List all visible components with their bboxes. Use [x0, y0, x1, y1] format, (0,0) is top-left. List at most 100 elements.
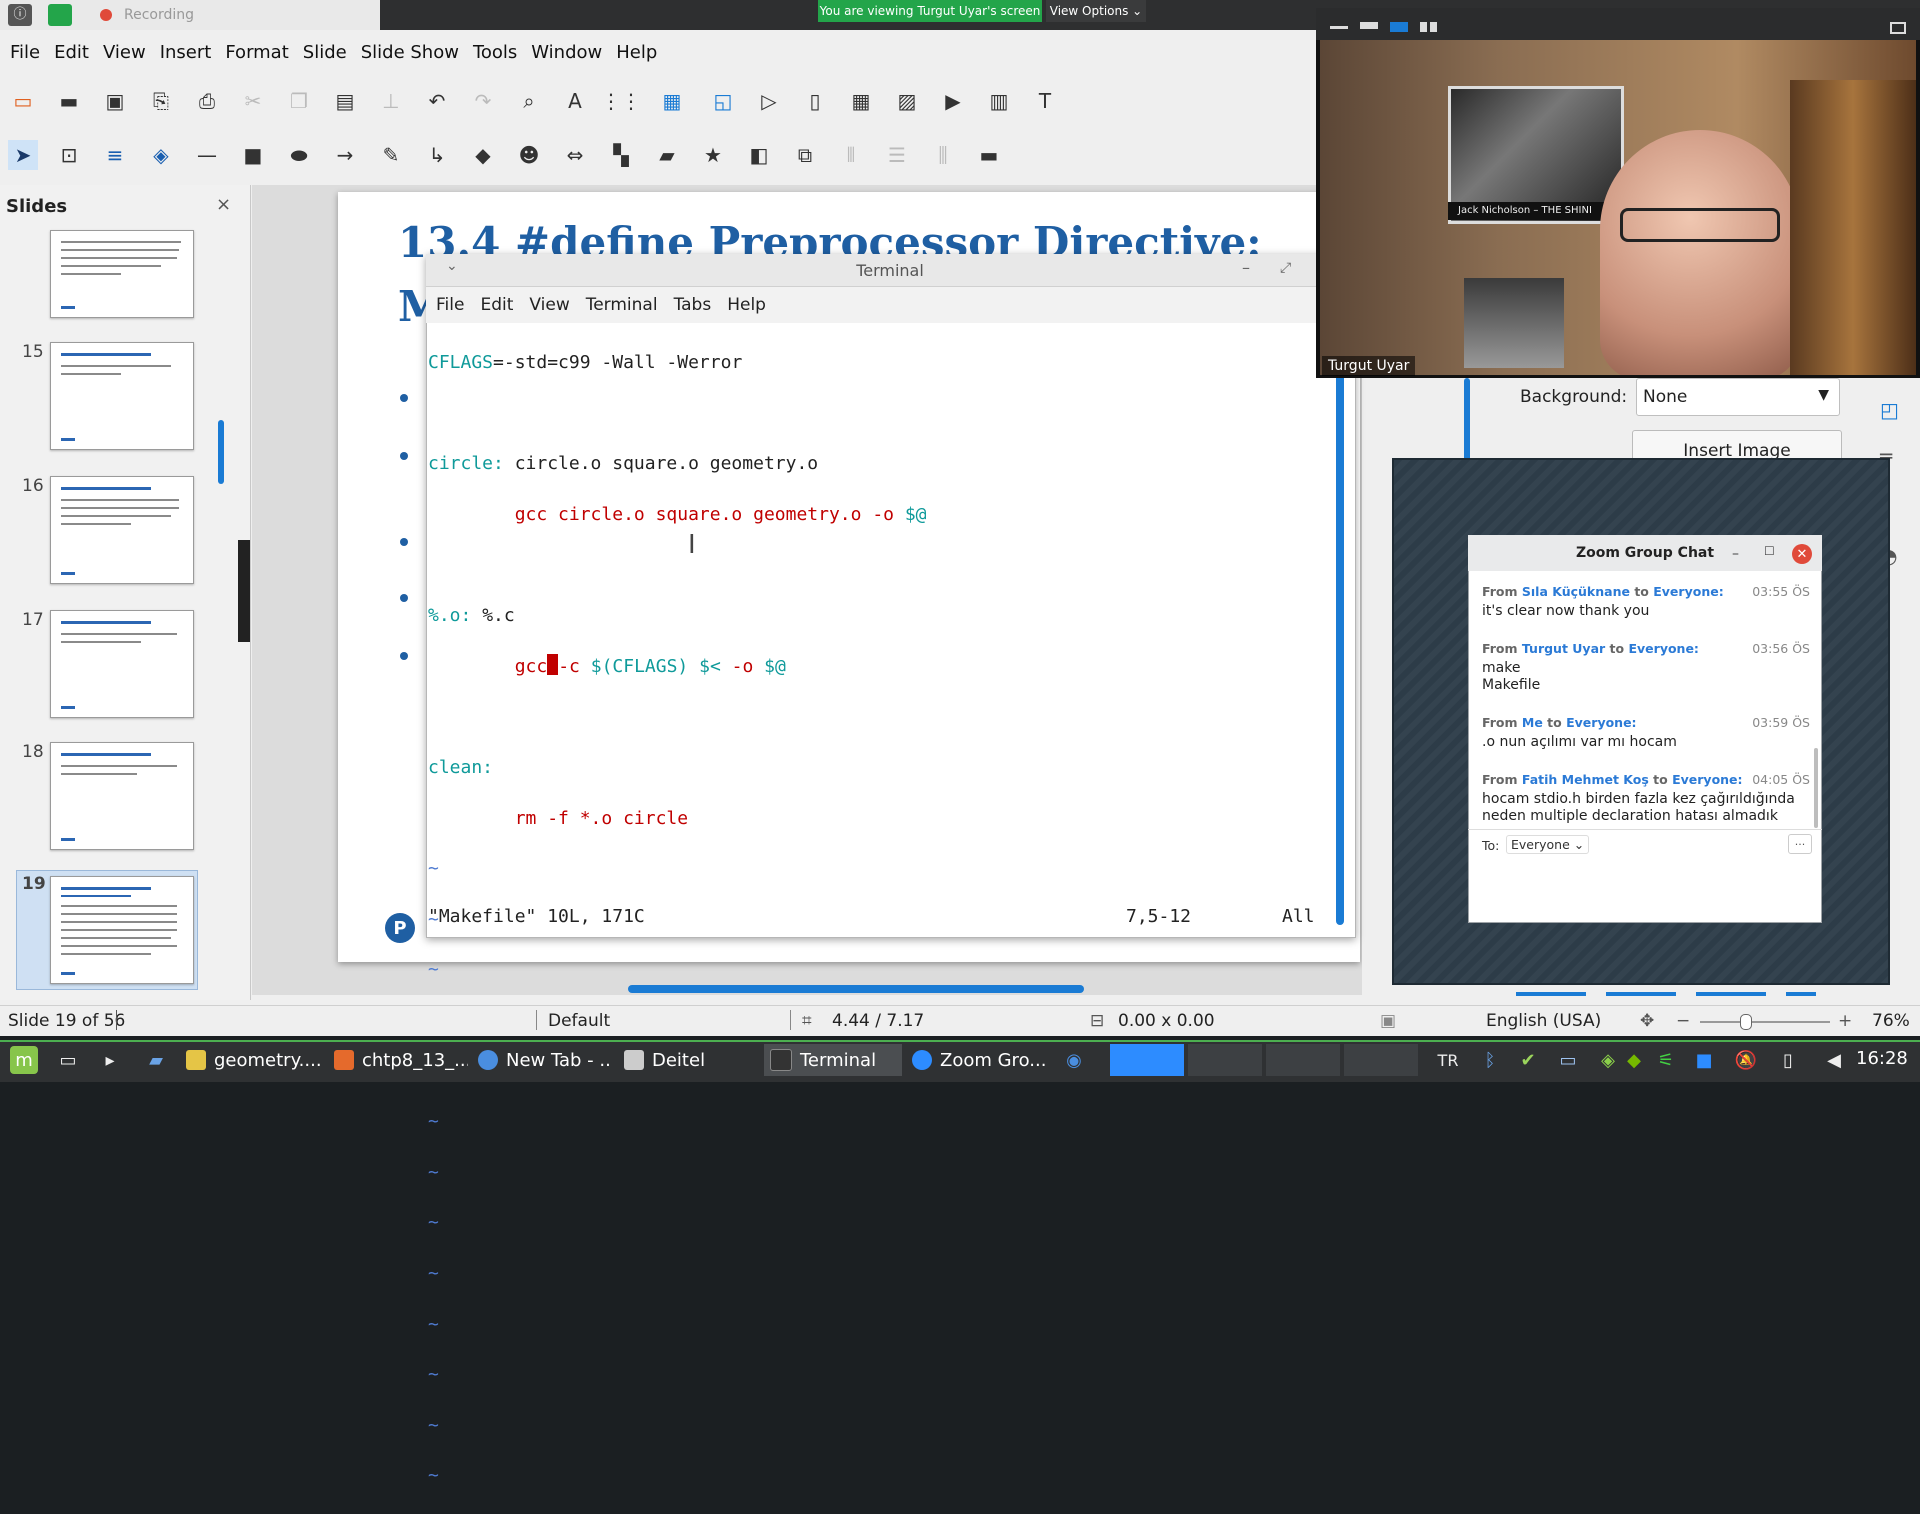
- zoom-in-icon[interactable]: +: [1838, 1011, 1852, 1031]
- close-icon[interactable]: ×: [216, 194, 231, 215]
- terminal-titlebar[interactable]: Terminal: [426, 254, 1354, 287]
- print-icon[interactable]: ⎙: [192, 86, 222, 116]
- shield-check-icon[interactable]: ✔: [1516, 1048, 1540, 1072]
- terminal-launcher-icon[interactable]: ▸: [98, 1048, 122, 1072]
- shadow-icon[interactable]: ▬: [974, 140, 1004, 170]
- ellipse-icon[interactable]: ⬬: [284, 140, 314, 170]
- flowchart-icon[interactable]: ▚: [606, 140, 636, 170]
- start-current-slide-icon[interactable]: ▯: [800, 86, 830, 116]
- line-color-icon[interactable]: ≡: [100, 140, 130, 170]
- menu-tools[interactable]: Tools: [473, 42, 517, 63]
- slide-thumbnail-current[interactable]: [50, 876, 194, 984]
- terminal-menu-terminal[interactable]: Terminal: [586, 295, 658, 315]
- arrow-icon[interactable]: →: [330, 140, 360, 170]
- select-icon[interactable]: ➤: [8, 140, 38, 170]
- fill-color-icon[interactable]: ◈: [146, 140, 176, 170]
- update-manager-icon[interactable]: ◈: [1596, 1048, 1620, 1072]
- maximize-icon[interactable]: ☐: [1764, 544, 1775, 558]
- media-icon[interactable]: ▶: [938, 86, 968, 116]
- zoom-tray-icon[interactable]: ■: [1692, 1048, 1716, 1072]
- mint-menu-icon[interactable]: m: [10, 1046, 38, 1074]
- chevron-down-icon[interactable]: ⌄: [446, 258, 458, 274]
- task-geometry[interactable]: geometry....: [186, 1044, 320, 1076]
- slide-thumbnail[interactable]: [50, 230, 194, 318]
- 3d-objects-icon[interactable]: ◧: [744, 140, 774, 170]
- workspace-3[interactable]: [1266, 1044, 1340, 1076]
- cut-icon[interactable]: ✂: [238, 86, 268, 116]
- bluetooth-icon[interactable]: ᛒ: [1478, 1048, 1502, 1072]
- export-pdf-icon[interactable]: ⎘: [146, 86, 176, 116]
- menu-slide-show[interactable]: Slide Show: [361, 42, 459, 63]
- terminal-text-area[interactable]: CFLAGS=-std=c99 -Wall -Werror circle: ci…: [428, 325, 1332, 1486]
- rectangle-icon[interactable]: ■: [238, 140, 268, 170]
- terminal-scrollbar[interactable]: [1336, 325, 1344, 925]
- symbol-shapes-icon[interactable]: ☻: [514, 140, 544, 170]
- connector-icon[interactable]: ↳: [422, 140, 452, 170]
- menu-format[interactable]: Format: [225, 42, 288, 63]
- menu-help[interactable]: Help: [616, 42, 657, 63]
- transformations-icon[interactable]: ⧉: [790, 140, 820, 170]
- task-zoom-group-chat[interactable]: Zoom Gro...: [912, 1044, 1046, 1076]
- terminal-menu-file[interactable]: File: [436, 295, 464, 315]
- copy-icon[interactable]: ❐: [284, 86, 314, 116]
- zoom-slider-track[interactable]: [1700, 1021, 1830, 1023]
- menu-insert[interactable]: Insert: [160, 42, 212, 63]
- keyboard-layout-indicator[interactable]: TR: [1436, 1048, 1460, 1072]
- more-options-icon[interactable]: ···: [1788, 834, 1812, 854]
- terminal-menu-help[interactable]: Help: [727, 295, 766, 315]
- close-icon[interactable]: ✕: [1792, 544, 1812, 564]
- block-arrows-icon[interactable]: ⇔: [560, 140, 590, 170]
- menu-view[interactable]: View: [103, 42, 146, 63]
- presentation-icon[interactable]: ▭: [8, 86, 38, 116]
- display-icon[interactable]: ▭: [1556, 1048, 1580, 1072]
- chat-message-input[interactable]: [1474, 860, 1814, 916]
- gallery-view-icon[interactable]: [1420, 22, 1438, 32]
- redo-icon[interactable]: ↷: [468, 86, 498, 116]
- basic-shapes-icon[interactable]: ◆: [468, 140, 498, 170]
- zoom-out-icon[interactable]: −: [1676, 1011, 1690, 1031]
- zoom-pan-icon[interactable]: ⊡: [54, 140, 84, 170]
- menu-edit[interactable]: Edit: [54, 42, 89, 63]
- task-new-tab[interactable]: New Tab - ...: [478, 1044, 612, 1076]
- view-options-button[interactable]: View Options ⌄: [1046, 0, 1146, 22]
- menu-window[interactable]: Window: [531, 42, 602, 63]
- workspace-2[interactable]: [1188, 1044, 1262, 1076]
- task-terminal[interactable]: Terminal: [764, 1044, 902, 1076]
- workspace-1[interactable]: [1110, 1044, 1184, 1076]
- image-icon[interactable]: ▨: [892, 86, 922, 116]
- volume-icon[interactable]: ◀: [1822, 1048, 1846, 1072]
- network-icon[interactable]: ⚟: [1654, 1048, 1678, 1072]
- slide-thumbnail[interactable]: [50, 742, 194, 850]
- exit-fullscreen-icon[interactable]: [1890, 22, 1906, 34]
- menu-slide[interactable]: Slide: [303, 42, 347, 63]
- slide-thumbnail[interactable]: [50, 476, 194, 584]
- open-icon[interactable]: ▬: [54, 86, 84, 116]
- properties-deck-icon[interactable]: ◰: [1880, 398, 1904, 422]
- info-icon[interactable]: ⓘ: [8, 4, 32, 26]
- master-slide-icon[interactable]: ◱: [708, 86, 738, 116]
- save-icon[interactable]: ▣: [100, 86, 130, 116]
- nvidia-icon[interactable]: ◆: [1622, 1048, 1646, 1072]
- terminal-menu-view[interactable]: View: [529, 295, 569, 315]
- chart-icon[interactable]: ▥: [984, 86, 1014, 116]
- table-icon[interactable]: ▦: [846, 86, 876, 116]
- hide-video-icon[interactable]: [1360, 22, 1378, 29]
- slides-scrollbar[interactable]: [218, 420, 224, 484]
- paste-icon[interactable]: ▤: [330, 86, 360, 116]
- clock[interactable]: 16:28: [1856, 1048, 1908, 1069]
- show-desktop-icon[interactable]: ▭: [56, 1048, 80, 1072]
- chrome-window-icon[interactable]: ◉: [1062, 1048, 1086, 1072]
- undo-icon[interactable]: ↶: [422, 86, 452, 116]
- arrange-icon[interactable]: ☰: [882, 140, 912, 170]
- battery-icon[interactable]: ▯: [1776, 1048, 1800, 1072]
- master-slide-name[interactable]: Default: [548, 1011, 610, 1031]
- slide-thumbnail[interactable]: [50, 610, 194, 718]
- document-modified-icon[interactable]: ▣: [1380, 1011, 1396, 1031]
- align-icon[interactable]: ⫴: [836, 140, 866, 170]
- start-slideshow-icon[interactable]: ▷: [754, 86, 784, 116]
- chat-recipient-select[interactable]: Everyone ⌄: [1506, 835, 1590, 854]
- terminal-menu-tabs[interactable]: Tabs: [674, 295, 712, 315]
- task-chtp8[interactable]: chtp8_13_...: [334, 1044, 468, 1076]
- menu-file[interactable]: File: [10, 42, 40, 63]
- workspace-4[interactable]: [1344, 1044, 1418, 1076]
